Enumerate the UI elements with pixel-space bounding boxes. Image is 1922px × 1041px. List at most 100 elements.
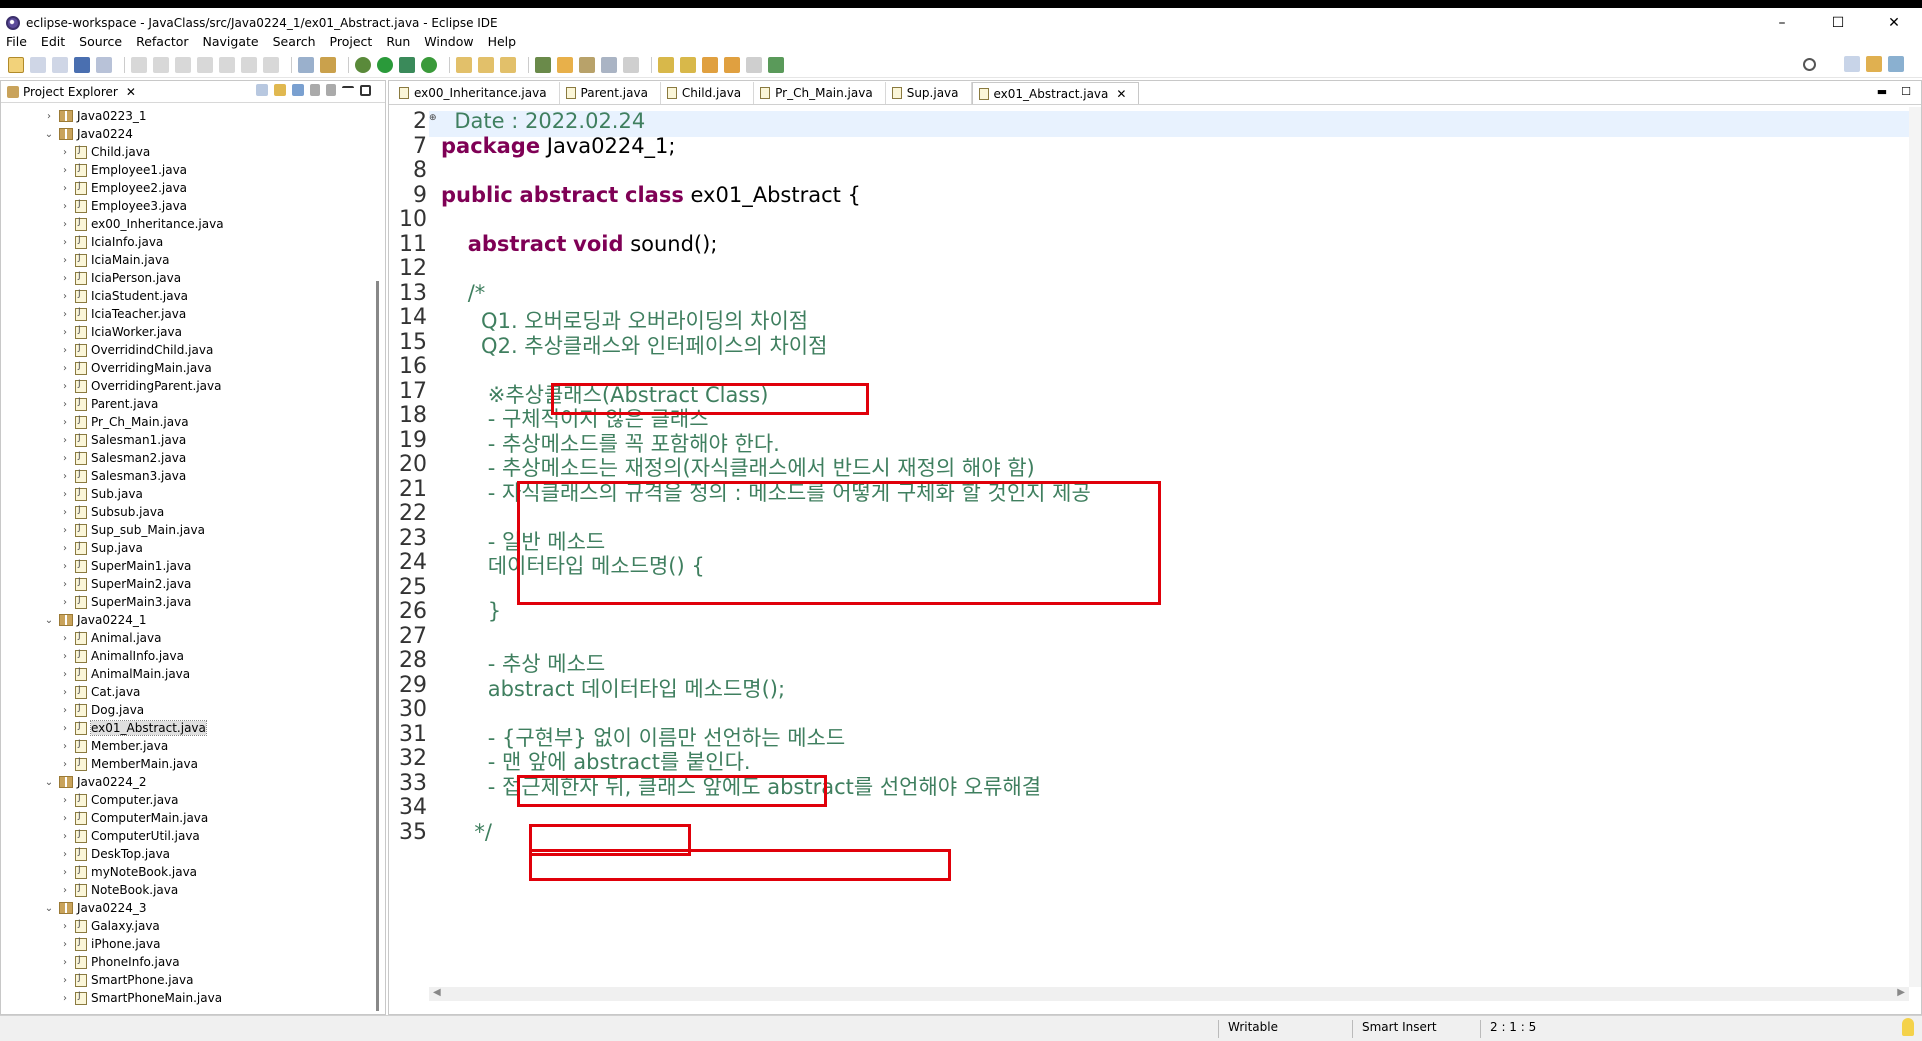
menu-file[interactable]: File bbox=[6, 34, 27, 49]
terminate-icon[interactable] bbox=[175, 56, 191, 73]
chevron-right-icon[interactable]: › bbox=[59, 489, 71, 500]
debug-icon[interactable] bbox=[355, 56, 371, 73]
menu-source[interactable]: Source bbox=[79, 34, 122, 49]
menu-edit[interactable]: Edit bbox=[41, 34, 65, 49]
tree-file-item[interactable]: › Sup_sub_Main.java bbox=[1, 521, 371, 539]
chevron-right-icon[interactable]: › bbox=[59, 345, 71, 356]
tree-file-item[interactable]: › SuperMain1.java bbox=[1, 557, 371, 575]
show-whitespace-icon[interactable] bbox=[623, 56, 639, 73]
menu-search[interactable]: Search bbox=[273, 34, 316, 49]
chevron-right-icon[interactable]: › bbox=[43, 111, 55, 122]
chevron-right-icon[interactable]: › bbox=[59, 399, 71, 410]
tree-file-item[interactable]: › IciaPerson.java bbox=[1, 269, 371, 287]
forward-icon[interactable] bbox=[746, 56, 762, 73]
chevron-right-icon[interactable]: › bbox=[59, 651, 71, 662]
chevron-right-icon[interactable]: › bbox=[59, 417, 71, 428]
last-edit-location-icon[interactable] bbox=[702, 56, 718, 73]
external-tools-icon[interactable] bbox=[421, 56, 437, 73]
word-wrap-icon[interactable] bbox=[601, 56, 617, 73]
tree-file-item[interactable]: › Dog.java bbox=[1, 701, 371, 719]
chevron-right-icon[interactable]: › bbox=[59, 849, 71, 860]
menu-run[interactable]: Run bbox=[386, 34, 410, 49]
menu-window[interactable]: Window bbox=[424, 34, 473, 49]
chevron-right-icon[interactable]: › bbox=[59, 579, 71, 590]
chevron-right-icon[interactable]: › bbox=[59, 669, 71, 680]
tree-file-item[interactable]: › Parent.java bbox=[1, 395, 371, 413]
chevron-right-icon[interactable]: › bbox=[59, 759, 71, 770]
tree-file-item[interactable]: › NoteBook.java bbox=[1, 881, 371, 899]
tree-file-item[interactable]: › Employee3.java bbox=[1, 197, 371, 215]
chevron-right-icon[interactable]: › bbox=[59, 633, 71, 644]
maximize-view-icon[interactable] bbox=[360, 84, 371, 96]
tree-file-item[interactable]: › ComputerUtil.java bbox=[1, 827, 371, 845]
mark-occurrences-icon[interactable] bbox=[557, 56, 573, 73]
tree-file-item[interactable]: › Employee2.java bbox=[1, 179, 371, 197]
pin-editor-icon[interactable] bbox=[768, 56, 784, 73]
chevron-right-icon[interactable]: › bbox=[59, 237, 71, 248]
chevron-down-icon[interactable]: ⌄ bbox=[43, 777, 55, 788]
chevron-right-icon[interactable]: › bbox=[59, 957, 71, 968]
tree-file-item[interactable]: › PhoneInfo.java bbox=[1, 953, 371, 971]
tree-file-item[interactable]: › IciaWorker.java bbox=[1, 323, 371, 341]
resume-icon[interactable] bbox=[131, 56, 147, 73]
fold-expand-icon[interactable]: ⊕ bbox=[429, 113, 437, 123]
tree-package-item[interactable]: › Java0223_1 bbox=[1, 107, 371, 125]
new-java-class-icon[interactable] bbox=[478, 56, 494, 73]
tree-file-item[interactable]: › ComputerMain.java bbox=[1, 809, 371, 827]
editor-tab[interactable]: Parent.java bbox=[560, 82, 661, 104]
minimize-editor-icon[interactable]: ▬ bbox=[1877, 85, 1887, 98]
tree-file-item[interactable]: › OverridingParent.java bbox=[1, 377, 371, 395]
open-type-icon[interactable] bbox=[500, 56, 516, 73]
chevron-right-icon[interactable]: › bbox=[59, 813, 71, 824]
chevron-right-icon[interactable]: › bbox=[59, 921, 71, 932]
close-icon[interactable]: ✕ bbox=[126, 85, 136, 99]
collapse-all-icon[interactable] bbox=[256, 84, 268, 96]
more-icon[interactable] bbox=[326, 84, 336, 96]
chevron-right-icon[interactable]: › bbox=[59, 255, 71, 266]
tree-file-item[interactable]: › ex01_Abstract.java bbox=[1, 719, 371, 737]
tree-file-item[interactable]: › MemberMain.java bbox=[1, 755, 371, 773]
save-icon[interactable] bbox=[30, 56, 46, 73]
chevron-down-icon[interactable]: ⌄ bbox=[43, 903, 55, 914]
scroll-right-icon[interactable]: ▶ bbox=[1897, 987, 1905, 998]
step-over-icon[interactable] bbox=[241, 56, 257, 73]
menu-refactor[interactable]: Refactor bbox=[136, 34, 188, 49]
editor-tab[interactable]: Child.java bbox=[661, 82, 755, 104]
tree-file-item[interactable]: › SuperMain2.java bbox=[1, 575, 371, 593]
tree-file-item[interactable]: › myNoteBook.java bbox=[1, 863, 371, 881]
chevron-right-icon[interactable]: › bbox=[59, 381, 71, 392]
java-ee-perspective-icon[interactable] bbox=[1866, 56, 1882, 72]
new-java-package-icon[interactable] bbox=[456, 56, 472, 73]
explorer-scrollbar[interactable] bbox=[376, 281, 379, 1011]
chevron-right-icon[interactable]: › bbox=[59, 885, 71, 896]
tree-file-item[interactable]: › Employee1.java bbox=[1, 161, 371, 179]
chevron-right-icon[interactable]: › bbox=[59, 183, 71, 194]
tree-file-item[interactable]: › AnimalMain.java bbox=[1, 665, 371, 683]
tree-package-item[interactable]: ⌄ Java0224_3 bbox=[1, 899, 371, 917]
scroll-left-icon[interactable]: ◀ bbox=[433, 987, 441, 998]
tree-file-item[interactable]: › SuperMain3.java bbox=[1, 593, 371, 611]
tree-file-item[interactable]: › OverridingMain.java bbox=[1, 359, 371, 377]
chevron-right-icon[interactable]: › bbox=[59, 525, 71, 536]
tree-file-item[interactable]: › Sup.java bbox=[1, 539, 371, 557]
tree-file-item[interactable]: › IciaInfo.java bbox=[1, 233, 371, 251]
menu-help[interactable]: Help bbox=[488, 34, 517, 49]
tree-package-item[interactable]: ⌄ Java0224_2 bbox=[1, 773, 371, 791]
tree-file-item[interactable]: › SmartPhoneMain.java bbox=[1, 989, 371, 1007]
chevron-right-icon[interactable]: › bbox=[59, 453, 71, 464]
open-perspective-icon[interactable] bbox=[1844, 56, 1860, 72]
chevron-right-icon[interactable]: › bbox=[59, 273, 71, 284]
tree-file-item[interactable]: › ex00_Inheritance.java bbox=[1, 215, 371, 233]
chevron-down-icon[interactable]: ⌄ bbox=[43, 129, 55, 140]
tree-package-item[interactable]: ⌄ Java0224_1 bbox=[1, 611, 371, 629]
tree-file-item[interactable]: › IciaMain.java bbox=[1, 251, 371, 269]
chevron-right-icon[interactable]: › bbox=[59, 561, 71, 572]
run-coverage-icon[interactable] bbox=[399, 56, 415, 73]
chevron-right-icon[interactable]: › bbox=[59, 939, 71, 950]
filter-icon[interactable] bbox=[292, 84, 304, 96]
chevron-right-icon[interactable]: › bbox=[59, 363, 71, 374]
chevron-right-icon[interactable]: › bbox=[59, 795, 71, 806]
link-with-editor-icon[interactable] bbox=[274, 84, 286, 96]
chevron-right-icon[interactable]: › bbox=[59, 705, 71, 716]
chevron-right-icon[interactable]: › bbox=[59, 201, 71, 212]
